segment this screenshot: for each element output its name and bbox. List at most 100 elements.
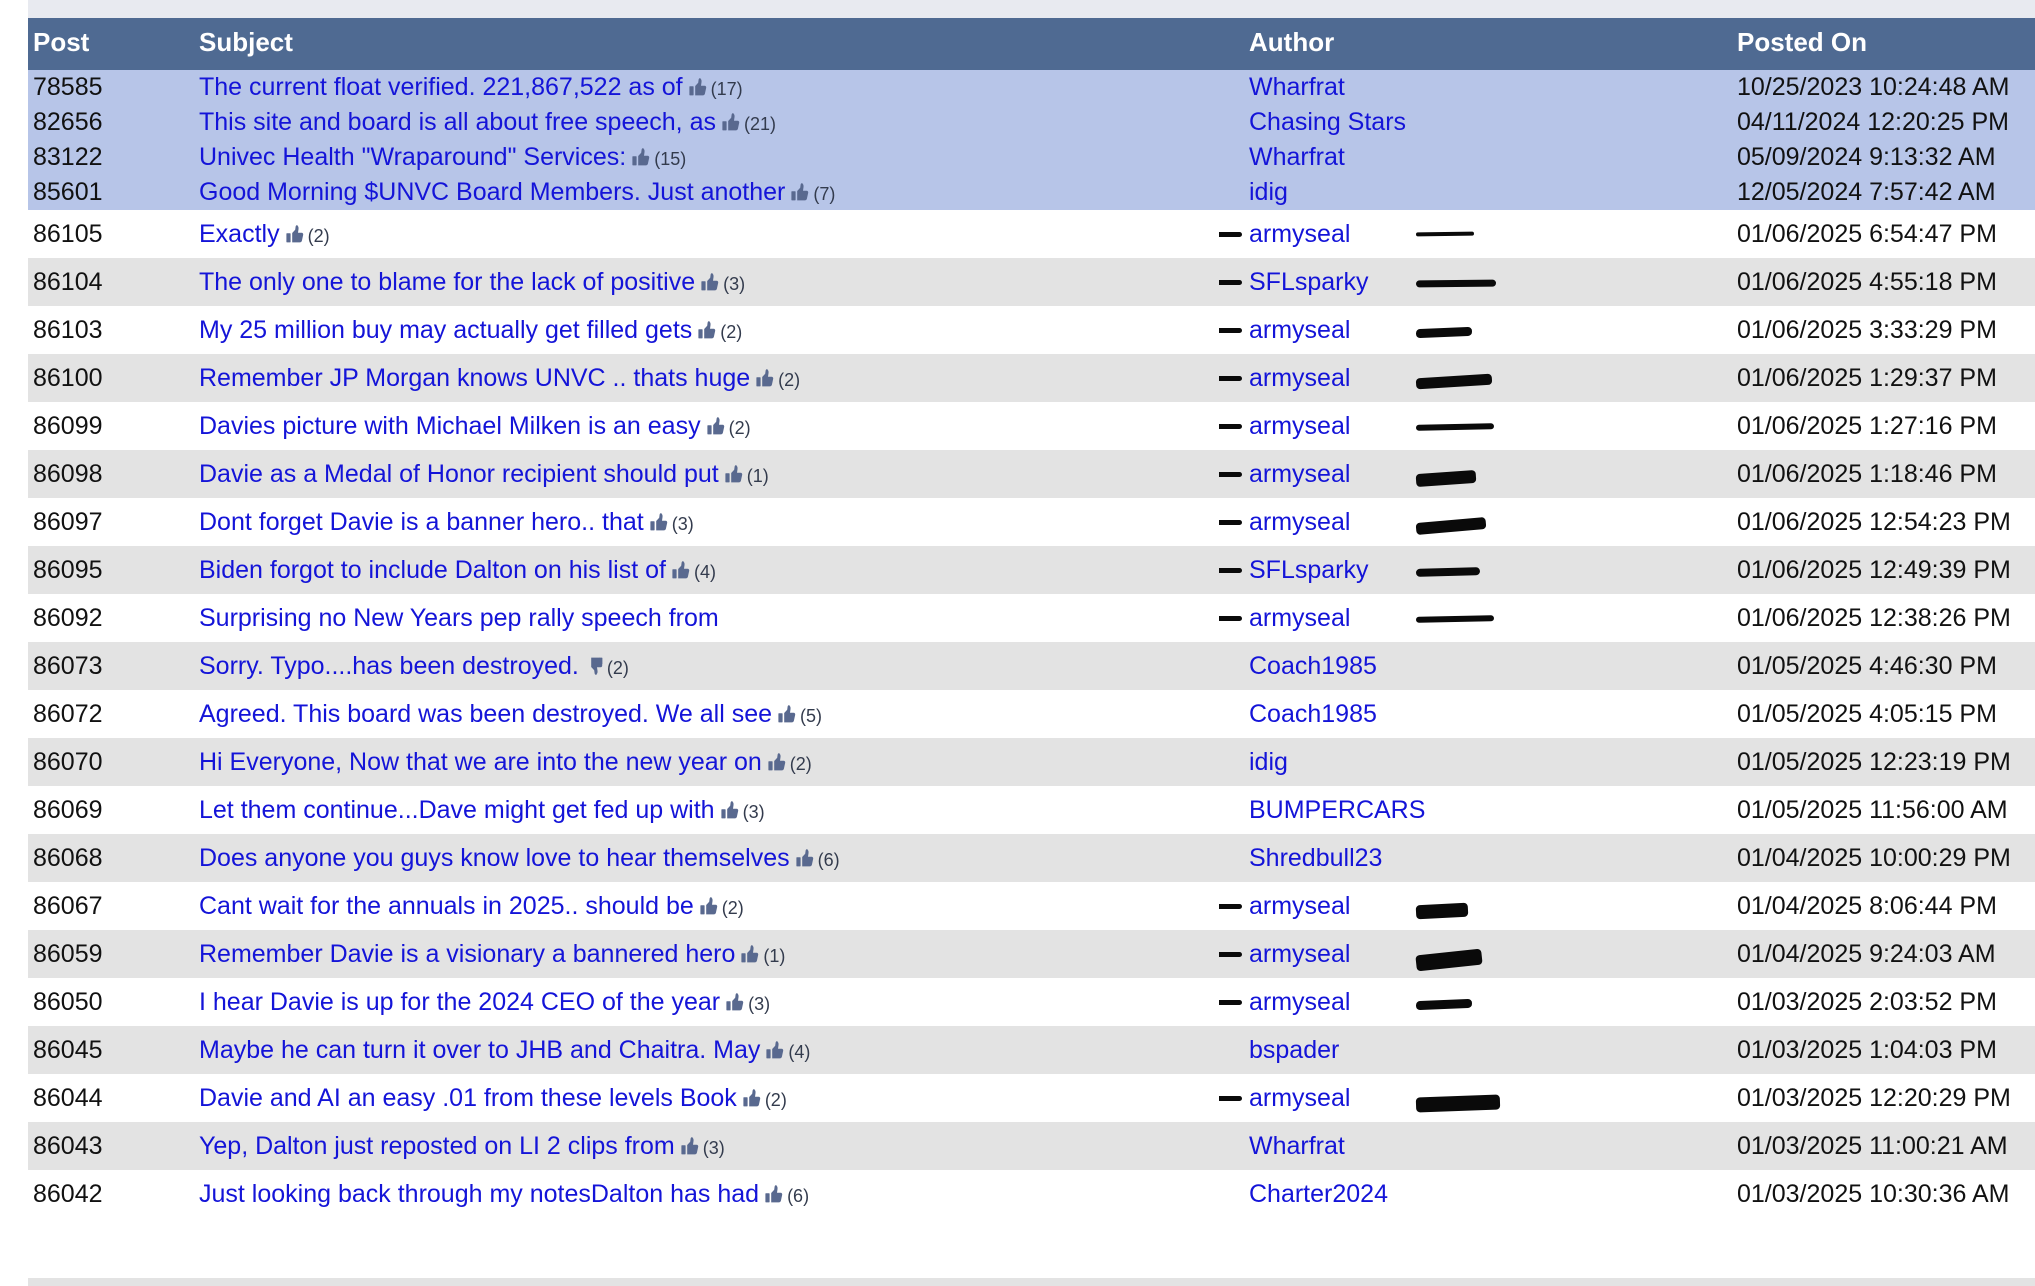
author-link[interactable]: Coach1985 xyxy=(1249,700,1377,728)
subject-link[interactable]: The only one to blame for the lack of po… xyxy=(199,268,695,296)
thumbs-up-icon[interactable] xyxy=(739,943,761,965)
thumbs-down-icon[interactable] xyxy=(583,655,605,677)
subject-link[interactable]: Maybe he can turn it over to JHB and Cha… xyxy=(199,1036,760,1064)
table-row[interactable]: 78585 The current float verified. 221,867… xyxy=(0,70,2035,105)
column-header-author[interactable]: Author xyxy=(1219,18,1679,70)
thumbs-up-icon[interactable] xyxy=(764,1039,786,1061)
author-link[interactable]: armyseal xyxy=(1249,220,1350,248)
subject-link[interactable]: Dont forget Davie is a banner hero.. tha… xyxy=(199,508,644,536)
author-link[interactable]: Wharfrat xyxy=(1249,73,1345,101)
column-header-posted-on[interactable]: Posted On xyxy=(1679,18,2035,70)
subject-link[interactable]: Just looking back through my notesDalton… xyxy=(199,1180,759,1208)
table-row[interactable]: 86098 Davie as a Medal of Honor recipient… xyxy=(0,450,2035,498)
thumbs-up-icon[interactable] xyxy=(763,1183,785,1205)
author-link[interactable]: SFLsparky xyxy=(1249,556,1368,584)
table-row[interactable]: 86073 Sorry. Typo....has been destroyed.(… xyxy=(0,642,2035,690)
author-link[interactable]: armyseal xyxy=(1249,1084,1350,1112)
author-link[interactable]: Charter2024 xyxy=(1249,1180,1388,1208)
table-row[interactable]: 86069 Let them continue...Dave might get … xyxy=(0,786,2035,834)
table-row[interactable]: 86068 Does anyone you guys know love to h… xyxy=(0,834,2035,882)
table-row[interactable]: 86070 Hi Everyone, Now that we are into t… xyxy=(0,738,2035,786)
author-link[interactable]: bspader xyxy=(1249,1036,1339,1064)
author-link[interactable]: Shredbull23 xyxy=(1249,844,1382,872)
table-row[interactable]: 86043 Yep, Dalton just reposted on LI 2 c… xyxy=(0,1122,2035,1170)
table-row[interactable]: 86072 Agreed. This board was been destroy… xyxy=(0,690,2035,738)
author-link[interactable]: armyseal xyxy=(1249,508,1350,536)
author-link[interactable]: SFLsparky xyxy=(1249,268,1368,296)
table-row[interactable]: 86100 Remember JP Morgan knows UNVC .. th… xyxy=(0,354,2035,402)
subject-link[interactable]: I hear Davie is up for the 2024 CEO of t… xyxy=(199,988,720,1016)
thumbs-up-icon[interactable] xyxy=(754,367,776,389)
subject-link[interactable]: Davie and AI an easy .01 from these leve… xyxy=(199,1084,737,1112)
thumbs-up-icon[interactable] xyxy=(719,799,741,821)
thumbs-up-icon[interactable] xyxy=(724,991,746,1013)
thumbs-up-icon[interactable] xyxy=(705,415,727,437)
thumbs-up-icon[interactable] xyxy=(720,111,742,133)
subject-link[interactable]: Good Morning $UNVC Board Members. Just a… xyxy=(199,178,785,206)
table-row[interactable]: 86105 Exactly (2) armyseal 01/06/2025 6:54:4… xyxy=(0,210,2035,258)
table-row[interactable]: 83122 Univec Health "Wraparound" Services… xyxy=(0,140,2035,175)
subject-link[interactable]: Sorry. Typo....has been destroyed. xyxy=(199,652,579,680)
table-row[interactable]: 86045 Maybe he can turn it over to JHB an… xyxy=(0,1026,2035,1074)
thumbs-up-icon[interactable] xyxy=(794,847,816,869)
thumbs-up-icon[interactable] xyxy=(670,559,692,581)
author-link[interactable]: armyseal xyxy=(1249,364,1350,392)
author-link[interactable]: BUMPERCARS xyxy=(1249,796,1425,824)
subject-link[interactable]: The current float verified. 221,867,522 … xyxy=(199,73,683,101)
table-row[interactable]: 86097 Dont forget Davie is a banner hero.… xyxy=(0,498,2035,546)
table-row[interactable]: 86059 Remember Davie is a visionary a ban… xyxy=(0,930,2035,978)
table-row[interactable]: 86092 Surprising no New Years pep rally s… xyxy=(0,594,2035,642)
author-link[interactable]: armyseal xyxy=(1249,604,1350,632)
subject-link[interactable]: Agreed. This board was been destroyed. W… xyxy=(199,700,772,728)
subject-link[interactable]: My 25 million buy may actually get fille… xyxy=(199,316,692,344)
thumbs-up-icon[interactable] xyxy=(696,319,718,341)
thumbs-up-icon[interactable] xyxy=(723,463,745,485)
subject-link[interactable]: Let them continue...Dave might get fed u… xyxy=(199,796,715,824)
subject-link[interactable]: Surprising no New Years pep rally speech… xyxy=(199,604,719,632)
thumbs-up-icon[interactable] xyxy=(284,223,306,245)
subject-link[interactable]: Univec Health "Wraparound" Services: xyxy=(199,143,626,171)
author-link[interactable]: armyseal xyxy=(1249,412,1350,440)
author-link[interactable]: idig xyxy=(1249,748,1288,776)
column-header-subject[interactable]: Subject xyxy=(163,18,1219,70)
table-row[interactable]: 86044 Davie and AI an easy .01 from these… xyxy=(0,1074,2035,1122)
subject-link[interactable]: This site and board is all about free sp… xyxy=(199,108,716,136)
thumbs-up-icon[interactable] xyxy=(766,751,788,773)
author-link[interactable]: Chasing Stars xyxy=(1249,108,1406,136)
author-link[interactable]: armyseal xyxy=(1249,940,1350,968)
thumbs-up-icon[interactable] xyxy=(687,76,709,98)
thumbs-up-icon[interactable] xyxy=(648,511,670,533)
author-link[interactable]: armyseal xyxy=(1249,460,1350,488)
subject-link[interactable]: Biden forgot to include Dalton on his li… xyxy=(199,556,666,584)
table-row[interactable]: 86042 Just looking back through my notesD… xyxy=(0,1170,2035,1218)
subject-link[interactable]: Remember Davie is a visionary a bannered… xyxy=(199,940,735,968)
author-link[interactable]: armyseal xyxy=(1249,892,1350,920)
author-link[interactable]: Coach1985 xyxy=(1249,652,1377,680)
thumbs-up-icon[interactable] xyxy=(698,895,720,917)
table-row[interactable]: 86050 I hear Davie is up for the 2024 CEO… xyxy=(0,978,2035,1026)
author-link[interactable]: idig xyxy=(1249,178,1288,206)
subject-link[interactable]: Hi Everyone, Now that we are into the ne… xyxy=(199,748,762,776)
table-row[interactable]: 86095 Biden forgot to include Dalton on h… xyxy=(0,546,2035,594)
author-link[interactable]: Wharfrat xyxy=(1249,1132,1345,1160)
thumbs-up-icon[interactable] xyxy=(789,181,811,203)
author-link[interactable]: armyseal xyxy=(1249,988,1350,1016)
table-row[interactable]: 86099 Davies picture with Michael Milken … xyxy=(0,402,2035,450)
table-row[interactable]: 86067 Cant wait for the annuals in 2025..… xyxy=(0,882,2035,930)
table-row[interactable]: 85601 Good Morning $UNVC Board Members. J… xyxy=(0,175,2035,210)
subject-link[interactable]: Exactly xyxy=(199,220,280,248)
subject-link[interactable]: Davies picture with Michael Milken is an… xyxy=(199,412,701,440)
author-link[interactable]: armyseal xyxy=(1249,316,1350,344)
subject-link[interactable]: Cant wait for the annuals in 2025.. shou… xyxy=(199,892,694,920)
thumbs-up-icon[interactable] xyxy=(630,146,652,168)
table-row[interactable]: 86104 The only one to blame for the lack … xyxy=(0,258,2035,306)
table-row[interactable]: 82656 This site and board is all about fr… xyxy=(0,105,2035,140)
author-link[interactable]: Wharfrat xyxy=(1249,143,1345,171)
thumbs-up-icon[interactable] xyxy=(776,703,798,725)
thumbs-up-icon[interactable] xyxy=(679,1135,701,1157)
subject-link[interactable]: Davie as a Medal of Honor recipient shou… xyxy=(199,460,719,488)
table-row[interactable]: 86103 My 25 million buy may actually get … xyxy=(0,306,2035,354)
subject-link[interactable]: Yep, Dalton just reposted on LI 2 clips … xyxy=(199,1132,675,1160)
subject-link[interactable]: Remember JP Morgan knows UNVC .. thats h… xyxy=(199,364,750,392)
subject-link[interactable]: Does anyone you guys know love to hear t… xyxy=(199,844,790,872)
